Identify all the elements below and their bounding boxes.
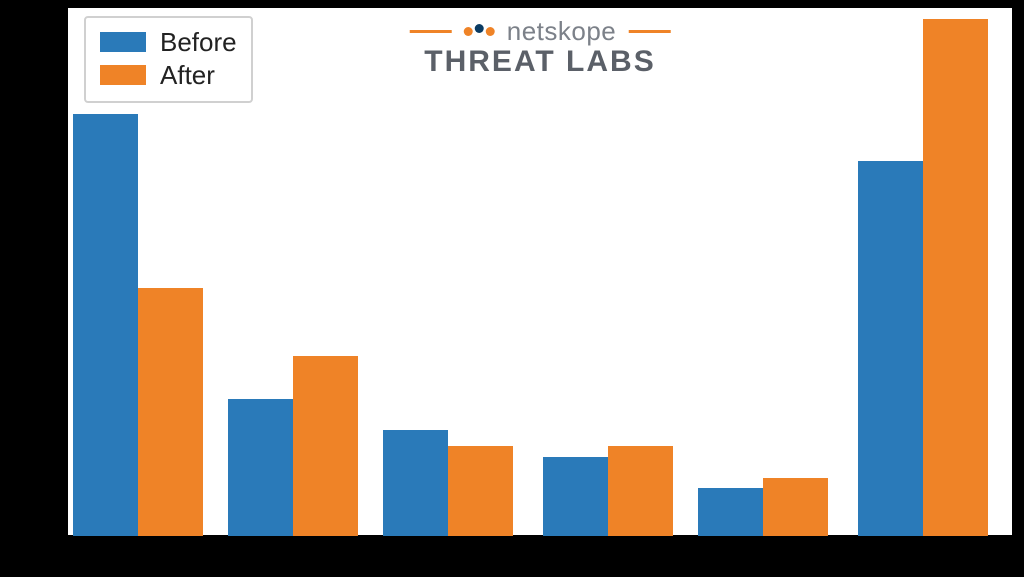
bar-before-2 xyxy=(228,399,293,536)
bar-after-1 xyxy=(138,288,203,536)
bar-before-6 xyxy=(858,161,923,536)
bar-after-6 xyxy=(923,19,988,536)
bar-before-4 xyxy=(543,457,608,536)
bar-after-2 xyxy=(293,356,358,536)
bar-before-5 xyxy=(698,488,763,536)
bar-after-3 xyxy=(448,446,513,536)
chart-plot-area: Before After netskope THREAT LABS xyxy=(68,8,1012,536)
bar-before-1 xyxy=(73,114,138,536)
bar-after-4 xyxy=(608,446,673,536)
bar-after-5 xyxy=(763,478,828,536)
bars-layer xyxy=(68,8,1012,536)
bar-before-3 xyxy=(383,430,448,536)
